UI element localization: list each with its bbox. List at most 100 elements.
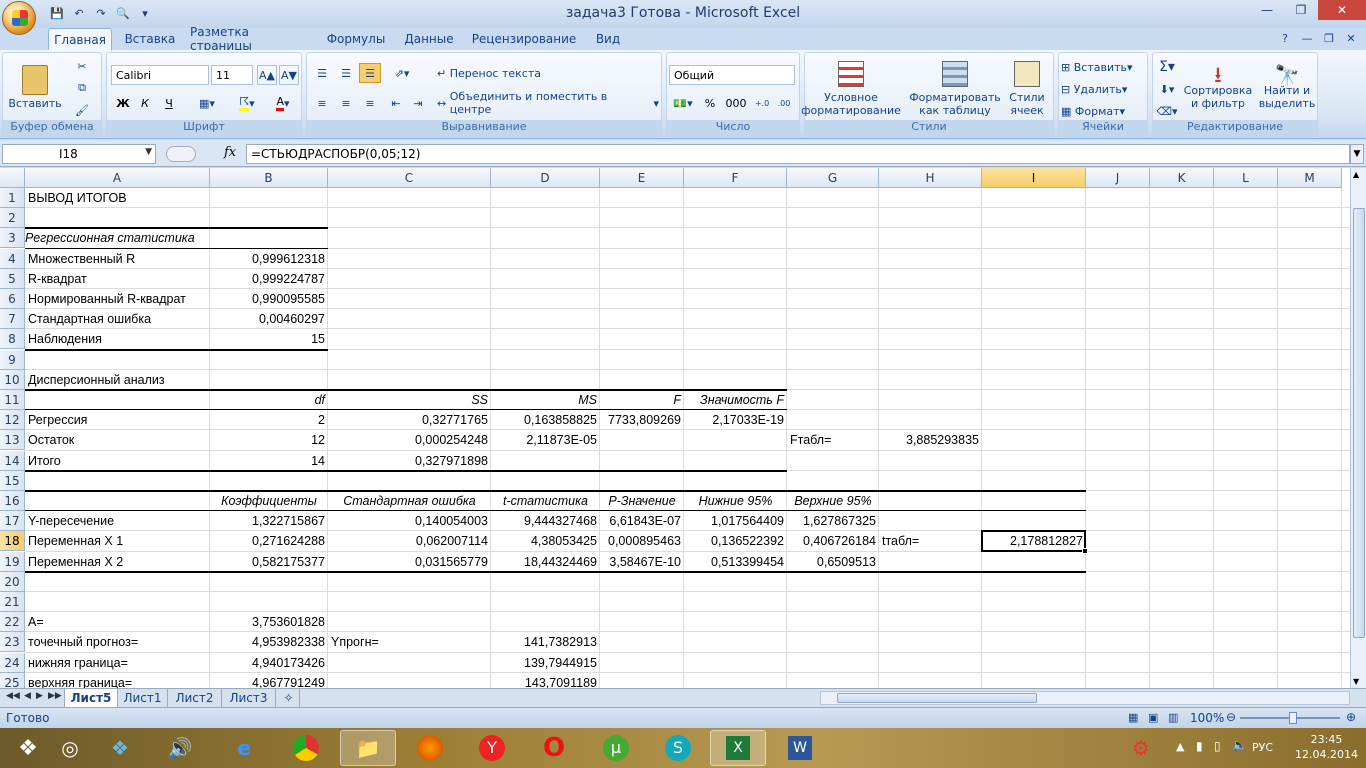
- row-header-10[interactable]: 10: [0, 369, 25, 390]
- worksheet-grid[interactable]: ABCDEFGHIJKLM 1 2 3 4 5 6 7 8 9 10 11 12 13 14 15 16 17 1…: [0, 168, 1366, 688]
- name-box[interactable]: I18 ▼: [2, 144, 156, 164]
- row-header-7[interactable]: 7: [0, 309, 25, 330]
- next-sheet-icon[interactable]: ▶: [36, 691, 43, 701]
- horizontal-scroll-thumb[interactable]: [837, 693, 1037, 703]
- yandex-icon[interactable]: Y: [464, 730, 520, 766]
- cell-b17[interactable]: 1,322715867: [210, 511, 328, 531]
- zoom-in-icon[interactable]: ⊕: [1346, 710, 1356, 724]
- tab-formulas[interactable]: Формулы: [320, 28, 392, 50]
- cell-b13[interactable]: 12: [210, 430, 328, 450]
- row-header-4[interactable]: 4: [0, 248, 25, 269]
- format-painter-icon[interactable]: 🖌: [73, 101, 91, 119]
- cell-a1[interactable]: ВЫВОД ИТОГОВ: [25, 188, 127, 208]
- align-bottom-icon[interactable]: ☰: [359, 63, 381, 83]
- cell-c11[interactable]: SS: [328, 390, 491, 410]
- language-indicator[interactable]: РУС: [1252, 741, 1273, 754]
- zoom-out-icon[interactable]: ⊖: [1226, 710, 1236, 724]
- show-hidden-icons[interactable]: ▲: [1176, 740, 1184, 753]
- cell-b16[interactable]: Коэффициенты: [210, 491, 328, 511]
- orientation-icon[interactable]: ⇗▾: [387, 63, 417, 83]
- row-header-14[interactable]: 14: [0, 450, 25, 471]
- chrome-icon[interactable]: [278, 730, 334, 766]
- column-header-h[interactable]: H: [879, 168, 982, 188]
- network-icon[interactable]: ▯: [1214, 739, 1221, 753]
- align-right-icon[interactable]: ≡: [359, 93, 381, 113]
- cell-d24[interactable]: 139,7944915: [491, 653, 600, 673]
- cell-e18[interactable]: 0,000895463: [600, 531, 684, 551]
- tab-page-layout[interactable]: Разметка страницы: [190, 25, 312, 53]
- row-header-5[interactable]: 5: [0, 268, 25, 289]
- cell-d11[interactable]: MS: [491, 390, 600, 410]
- row-header-9[interactable]: 9: [0, 349, 25, 370]
- align-top-icon[interactable]: ☰: [311, 63, 333, 83]
- sheet-tab-list1[interactable]: Лист1: [118, 689, 168, 707]
- copy-icon[interactable]: ⧉: [73, 79, 91, 97]
- row-header-24[interactable]: 24: [0, 652, 25, 673]
- cell-c12[interactable]: 0,32771765: [328, 410, 491, 430]
- cell-c18[interactable]: 0,062007114: [328, 531, 491, 551]
- cell-a13[interactable]: Остаток: [25, 430, 74, 450]
- ribbon-minimize-icon[interactable]: —: [1298, 30, 1316, 46]
- cell-b23[interactable]: 4,953982338: [210, 632, 328, 652]
- cell-c13[interactable]: 0,000254248: [328, 430, 491, 450]
- column-header-d[interactable]: D: [491, 168, 600, 188]
- cell-g18[interactable]: 0,406726184: [787, 531, 879, 551]
- cut-icon[interactable]: ✂: [73, 57, 91, 75]
- notification-icon[interactable]: ⚙: [1118, 730, 1164, 766]
- row-header-19[interactable]: 19: [0, 551, 25, 572]
- column-header-k[interactable]: K: [1150, 168, 1214, 188]
- sheet-tab-list5[interactable]: Лист5: [64, 689, 118, 707]
- vertical-scroll-thumb[interactable]: [1353, 208, 1365, 638]
- minimize-button[interactable]: —: [1250, 0, 1284, 20]
- cell-a3[interactable]: Регрессионная статистика: [25, 228, 195, 248]
- format-cells-button[interactable]: ▦ Формат ▾: [1061, 101, 1147, 121]
- row-header-18[interactable]: 18: [0, 531, 25, 552]
- help-icon[interactable]: ?: [1276, 30, 1294, 46]
- row-header-12[interactable]: 12: [0, 410, 25, 431]
- speaker-icon[interactable]: 🔈: [1232, 738, 1247, 752]
- zoom-level[interactable]: 100%: [1190, 711, 1224, 725]
- horizontal-scrollbar[interactable]: [820, 691, 1350, 705]
- excel-taskbar-icon[interactable]: X: [710, 730, 766, 766]
- fill-icon[interactable]: ⬇▾: [1155, 79, 1179, 99]
- cell-d25[interactable]: 143,7091189: [491, 673, 600, 688]
- clock[interactable]: 23:45 12.04.2014: [1295, 732, 1358, 762]
- row-header-17[interactable]: 17: [0, 511, 25, 532]
- cell-f11[interactable]: Значимость F: [684, 390, 787, 410]
- currency-icon[interactable]: 💵▾: [669, 93, 697, 113]
- fill-color-icon[interactable]: ☈ ▾: [231, 93, 263, 113]
- formula-input[interactable]: =СТЬЮДРАСПОБР(0,05;12): [246, 144, 1350, 164]
- cell-a7[interactable]: Стандартная ошибка: [25, 309, 151, 329]
- twitter-icon[interactable]: ❖: [92, 730, 148, 766]
- scroll-down-icon[interactable]: ▼: [1353, 677, 1359, 686]
- row-header-2[interactable]: 2: [0, 208, 25, 229]
- cell-a19[interactable]: Переменная X 2: [25, 552, 123, 572]
- row-header-23[interactable]: 23: [0, 632, 25, 653]
- cell-e17[interactable]: 6,61843E-07: [600, 511, 684, 531]
- find-select-button[interactable]: 🔭 Найти и выделить: [1257, 57, 1317, 121]
- cell-d12[interactable]: 0,163858825: [491, 410, 600, 430]
- view-page-break-icon[interactable]: ▥: [1168, 711, 1178, 724]
- cell-b7[interactable]: 0,00460297: [210, 309, 328, 329]
- first-sheet-icon[interactable]: ◀◀: [6, 691, 20, 701]
- column-header-f[interactable]: F: [684, 168, 787, 188]
- volume-icon[interactable]: 🔊: [152, 730, 208, 766]
- column-header-e[interactable]: E: [600, 168, 684, 188]
- cell-styles-button[interactable]: Стили ячеек: [1003, 57, 1051, 121]
- cell-f12[interactable]: 2,17033E-19: [684, 410, 787, 430]
- cell-b25[interactable]: 4,967791249: [210, 673, 328, 688]
- last-sheet-icon[interactable]: ▶▶: [48, 691, 62, 701]
- thousands-button[interactable]: 000: [723, 93, 749, 113]
- cell-a18[interactable]: Переменная X 1: [25, 531, 123, 551]
- cell-b12[interactable]: 2: [210, 410, 328, 430]
- cell-c17[interactable]: 0,140054003: [328, 511, 491, 531]
- delete-cells-button[interactable]: ⊟ Удалить ▾: [1061, 79, 1147, 99]
- view-page-layout-icon[interactable]: ▣: [1148, 711, 1158, 724]
- cell-f16[interactable]: Нижние 95%: [684, 491, 787, 511]
- cell-b6[interactable]: 0,990095585: [210, 289, 328, 309]
- row-header-13[interactable]: 13: [0, 430, 25, 451]
- cell-g19[interactable]: 0,6509513: [787, 552, 879, 572]
- opera-icon[interactable]: O: [526, 730, 582, 766]
- internet-explorer-icon[interactable]: e: [216, 730, 272, 766]
- grow-font-icon[interactable]: A▲: [257, 65, 277, 85]
